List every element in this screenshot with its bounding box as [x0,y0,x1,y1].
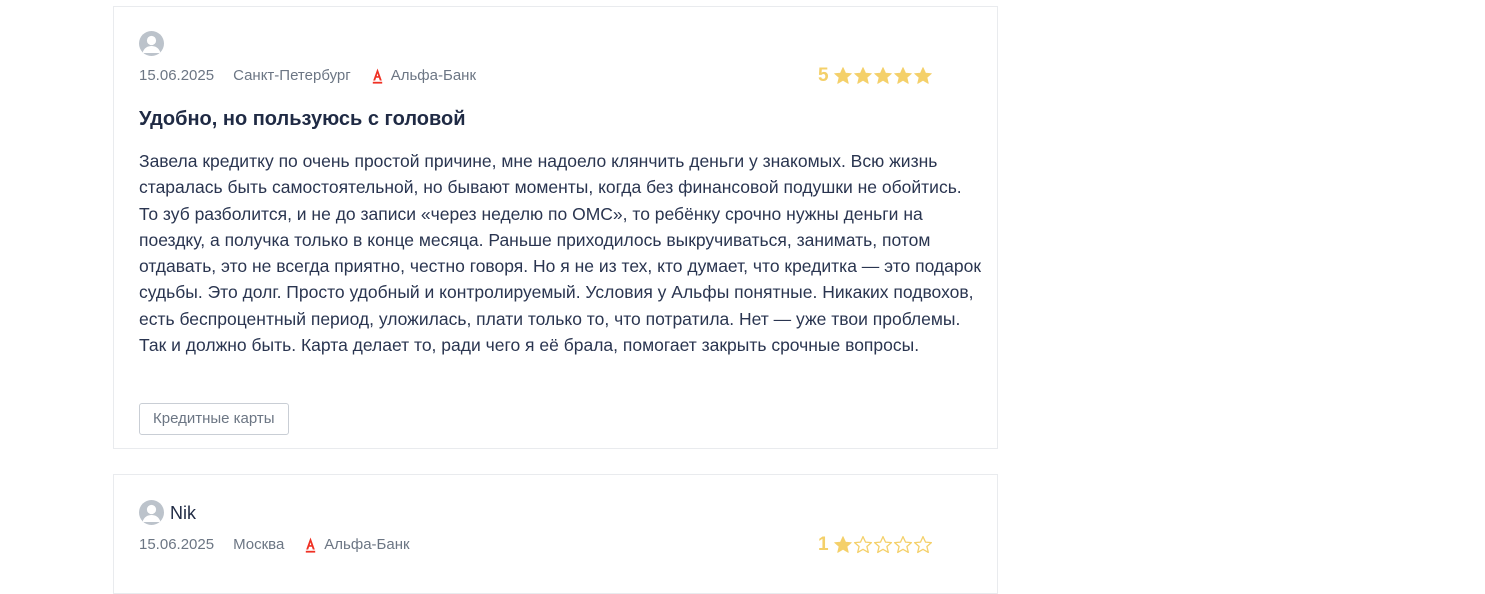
rating-stars [833,66,933,86]
star-filled-icon [873,67,892,84]
review-city: Москва [233,536,285,553]
review-title: Удобно, но пользуюсь с головой [139,108,466,130]
user-avatar-icon [139,31,164,56]
review-city: Санкт-Петербург [233,67,351,84]
alfa-bank-logo-icon [372,68,382,84]
star-outline-icon [913,535,932,554]
category-tag[interactable]: Кредитные карты [139,403,289,435]
review-rating: 5 [818,65,933,87]
star-filled-icon [893,67,912,84]
star-filled-icon [833,67,852,84]
alfa-bank-logo-icon [306,537,316,553]
rating-score: 5 [818,65,829,86]
review-rating: 1 [818,534,933,556]
rating-score: 1 [818,534,829,555]
bank-link[interactable]: Альфа-Банк [372,67,476,84]
star-filled-icon [853,67,872,84]
rating-stars [833,535,933,555]
review-card: 15.06.2025 Санкт-Петербург Альфа-Банк 5 … [113,6,998,449]
bank-name: Альфа-Банк [390,67,477,84]
review-card: Nik 15.06.2025 Москва Альфа-Банк 1 [113,474,998,594]
review-date: 15.06.2025 [139,67,215,84]
star-filled-icon [833,536,852,553]
review-meta: 15.06.2025 Санкт-Петербург Альфа-Банк [139,67,476,84]
review-author[interactable]: Nik [170,503,196,524]
star-outline-icon [893,535,912,554]
review-meta: 15.06.2025 Москва Альфа-Банк [139,536,410,553]
review-text: Завела кредитку по очень простой причине… [139,151,981,356]
bank-link[interactable]: Альфа-Банк [305,536,410,553]
review-date: 15.06.2025 [139,536,215,553]
star-outline-icon [853,535,872,554]
bank-name: Альфа-Банк [324,536,410,553]
star-outline-icon [873,535,892,554]
user-avatar-icon [139,500,164,525]
star-filled-icon [913,67,932,84]
